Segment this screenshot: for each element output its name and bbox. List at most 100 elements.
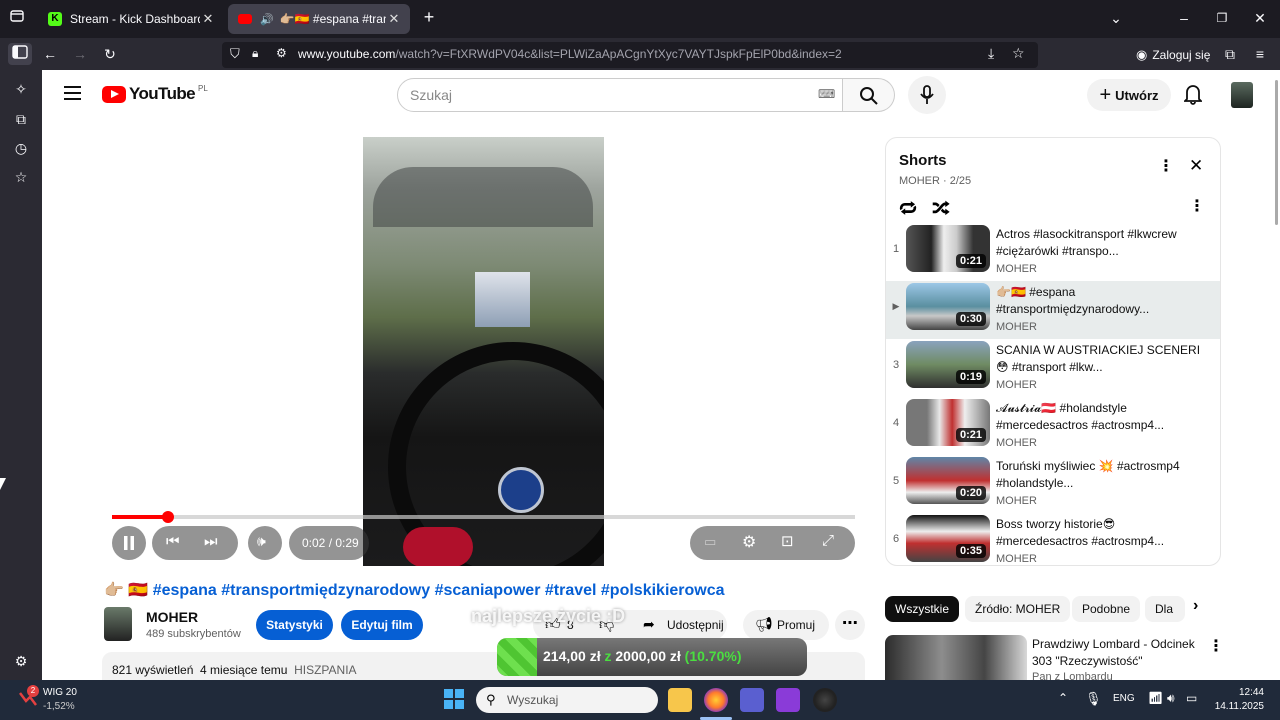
- app-icon[interactable]: [776, 688, 800, 712]
- stats-button[interactable]: Statystyki: [256, 610, 333, 640]
- volume-tray-icon[interactable]: 🔊︎: [1167, 691, 1175, 706]
- recommended-title[interactable]: Prawdziwy Lombard - Odcinek 303 "Rzeczyw…: [1032, 636, 1217, 670]
- more-actions-icon[interactable]: ⋯: [835, 610, 865, 640]
- history-icon[interactable]: ◷: [11, 138, 31, 158]
- obs-icon[interactable]: [813, 688, 837, 712]
- close-tab-icon[interactable]: ✕: [386, 11, 402, 27]
- page-scrollbar[interactable]: [1275, 80, 1278, 225]
- reload-icon[interactable]: ↻: [98, 43, 122, 65]
- tab-list-icon[interactable]: [5, 8, 29, 30]
- promote-button[interactable]: 📢︎ Promuj: [743, 610, 829, 640]
- recommended-thumbnail[interactable]: [885, 635, 1027, 680]
- channel-avatar[interactable]: [104, 607, 132, 641]
- loop-icon[interactable]: 🔁︎: [899, 194, 917, 221]
- clock-date[interactable]: 14.11.2025: [1210, 701, 1264, 712]
- pause-button[interactable]: [112, 526, 146, 560]
- settings-gear-icon[interactable]: ⚙: [11, 651, 31, 671]
- speaker-icon[interactable]: 🔊: [260, 13, 274, 26]
- chevron-right-icon[interactable]: ›: [1193, 597, 1198, 615]
- share-label[interactable]: Udostępnij: [667, 618, 724, 632]
- share-icon[interactable]: ➦: [643, 616, 655, 633]
- address-bar[interactable]: ⛉ 🔒︎ ⚙ www.youtube.com/watch?v=FtXRWdPV0…: [222, 42, 1038, 68]
- chevron-down-icon[interactable]: ⌄: [1104, 7, 1128, 29]
- mic-tray-icon[interactable]: 🎙︎: [1085, 691, 1102, 707]
- taskbar-search-input[interactable]: ⚲ Wyszukaj: [476, 687, 658, 713]
- progress-scrubber[interactable]: [161, 511, 174, 523]
- chip-all[interactable]: Wszystkie: [885, 596, 959, 622]
- fullscreen-icon[interactable]: ⤢: [822, 532, 834, 549]
- tab-kick-dashboard[interactable]: K Stream - Kick Dashboard ✕: [38, 4, 224, 34]
- back-icon[interactable]: ←: [38, 43, 62, 65]
- theater-mode-icon[interactable]: ⊡: [781, 532, 794, 550]
- playlist-title[interactable]: Shorts: [899, 152, 947, 169]
- subtitles-icon[interactable]: ▭: [704, 534, 716, 550]
- close-tab-icon[interactable]: ✕: [200, 11, 216, 27]
- keyboard-icon[interactable]: ⌨: [818, 87, 835, 101]
- tab-youtube-video[interactable]: 🔊 👉🏼🇪🇸 #espana #transportm ✕: [228, 4, 410, 34]
- close-window-icon[interactable]: ✕: [1248, 7, 1272, 29]
- search-placeholder: Szukaj: [410, 87, 453, 103]
- forward-icon[interactable]: →: [68, 43, 92, 65]
- maximize-icon[interactable]: ❐: [1210, 7, 1234, 29]
- playlist-item[interactable]: 5 0:20 Toruński myśliwiec 💥 #actrosmp4 #…: [886, 455, 1220, 513]
- playlist-item[interactable]: 4 0:21 𝓐𝓾𝓼𝓽𝓻𝓲𝓪🇦🇹 #holandstyle #mercedesa…: [886, 397, 1220, 455]
- playlist-more-icon[interactable]: ⋮: [1158, 156, 1174, 176]
- create-button[interactable]: + Utwórz: [1087, 79, 1171, 111]
- playlist-item[interactable]: 1 0:21 Actros #lasockitransport #lkwcrew…: [886, 223, 1220, 281]
- language-indicator[interactable]: ENG: [1113, 693, 1135, 704]
- bookmark-star-icon[interactable]: ☆: [1012, 45, 1025, 62]
- avatar[interactable]: [1231, 82, 1253, 108]
- save-to-pocket-icon[interactable]: ⤓: [988, 45, 994, 62]
- video-title[interactable]: 👉🏼 🇪🇸 #espana #transportmiędzynarodowy #…: [104, 580, 725, 600]
- close-playlist-icon[interactable]: ✕: [1189, 156, 1203, 176]
- chip-related[interactable]: Podobne: [1072, 596, 1141, 622]
- file-explorer-icon[interactable]: [668, 688, 692, 712]
- channel-name[interactable]: MOHER: [146, 609, 198, 625]
- youtube-logo[interactable]: YouTube PL: [102, 84, 208, 104]
- progress-track[interactable]: [112, 511, 855, 523]
- recommended-more-icon[interactable]: ⋮: [1208, 636, 1224, 656]
- playlist-item-active[interactable]: ▶ 0:30 👉🏼🇪🇸 #espana #transportmiędzynaro…: [886, 281, 1220, 339]
- settings-hd-icon[interactable]: ⚙: [742, 532, 756, 552]
- lock-icon[interactable]: 🔒︎: [252, 46, 258, 61]
- description-meta: 821 wyświetleń 4 miesiące temu HISZPANIA: [112, 663, 357, 677]
- clock-time[interactable]: 12:44: [1216, 687, 1264, 698]
- bookmarks-star-icon[interactable]: ☆: [11, 167, 31, 187]
- location-tag: HISZPANIA: [294, 663, 357, 677]
- shuffle-icon[interactable]: 🔀︎: [932, 194, 950, 221]
- permissions-icon[interactable]: ⚙: [276, 46, 287, 60]
- sidebar-toggle-icon[interactable]: [8, 43, 32, 65]
- battery-icon[interactable]: ▭: [1186, 691, 1197, 705]
- voice-search-button[interactable]: [908, 76, 946, 114]
- extensions-icon[interactable]: ⧉: [1218, 43, 1242, 65]
- windows-start-icon[interactable]: [444, 689, 464, 709]
- tray-chevron-up-icon[interactable]: ⌃: [1058, 691, 1068, 705]
- next-icon[interactable]: ⏭: [204, 533, 218, 550]
- chip-for-you[interactable]: Dla: [1145, 596, 1185, 622]
- url-text: www.youtube.com/watch?v=FtXRWdPV04c&list…: [298, 47, 842, 61]
- shield-icon[interactable]: ⛉: [230, 46, 240, 62]
- playlist-item[interactable]: 3 0:19 SCANIA W AUSTRIACKIEJ SCENERI😳 #t…: [886, 339, 1220, 397]
- playlist-item[interactable]: 6 0:35 Boss tworzy historie😎 #mercedesac…: [886, 513, 1220, 565]
- stock-widget-icon[interactable]: 2: [18, 685, 39, 709]
- playlist-options-icon[interactable]: ⋮: [1189, 196, 1205, 216]
- account-button[interactable]: ◉ Zaloguj się: [1136, 45, 1210, 65]
- video-player[interactable]: [363, 137, 604, 566]
- hamburger-menu-icon[interactable]: [64, 85, 82, 106]
- synced-tabs-icon[interactable]: ⧉: [11, 109, 31, 129]
- previous-icon[interactable]: ⏮: [166, 533, 180, 550]
- recommended-channel[interactable]: Pan z Lombardu: [1032, 671, 1113, 680]
- minimize-icon[interactable]: –: [1172, 7, 1196, 29]
- edit-video-button[interactable]: Edytuj film: [341, 610, 423, 640]
- new-tab-icon[interactable]: +: [417, 6, 441, 28]
- volume-button[interactable]: 🕪: [248, 526, 282, 560]
- menu-icon[interactable]: ≡: [1248, 43, 1272, 65]
- ai-sparkle-icon[interactable]: ✧: [11, 79, 31, 99]
- wifi-icon[interactable]: 📶︎: [1148, 691, 1163, 705]
- teams-icon[interactable]: [740, 688, 764, 712]
- search-input[interactable]: Szukaj ⌨: [397, 78, 843, 112]
- notifications-bell-icon[interactable]: [1182, 83, 1204, 110]
- search-button[interactable]: [843, 78, 895, 112]
- firefox-icon[interactable]: [704, 688, 728, 712]
- chip-source[interactable]: Źródło: MOHER: [965, 596, 1071, 622]
